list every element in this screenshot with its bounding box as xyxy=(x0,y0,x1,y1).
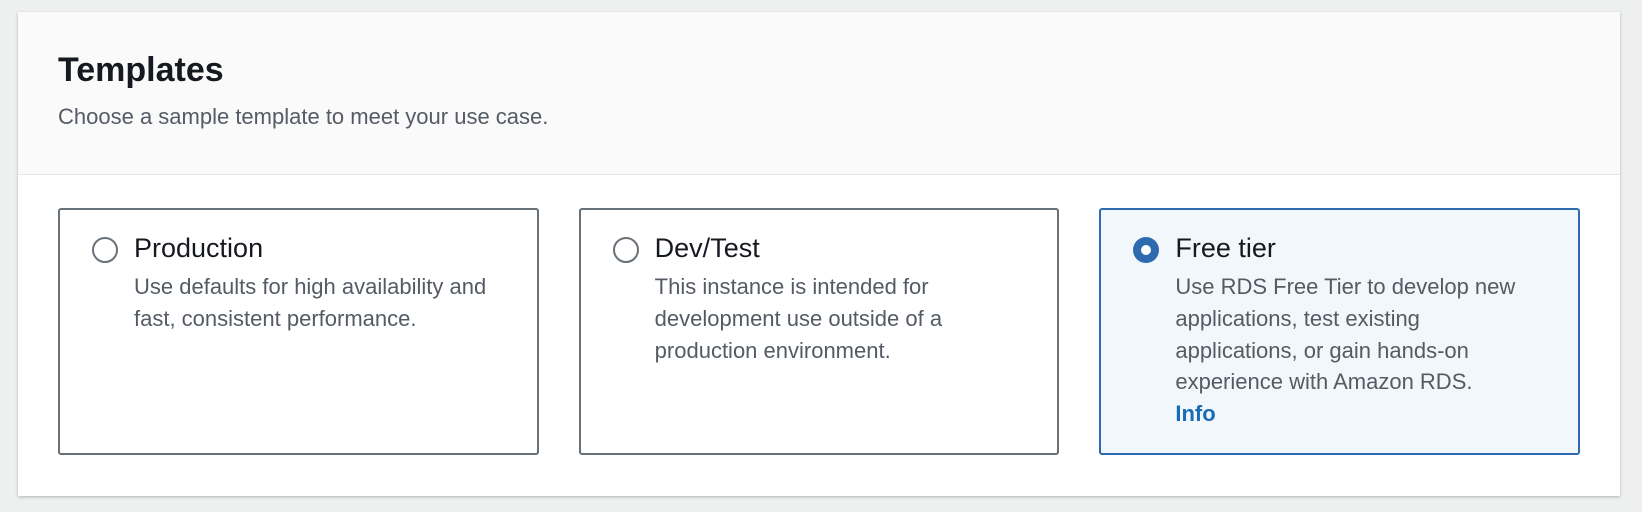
template-option-description: Use defaults for high availability and f… xyxy=(134,273,487,331)
template-option-dev-test[interactable]: Dev/Test This instance is intended for d… xyxy=(578,208,1060,455)
radio-unchecked-icon[interactable] xyxy=(612,237,639,263)
templates-panel: Templates Choose a sample template to me… xyxy=(18,12,1620,496)
radio-checked-icon[interactable] xyxy=(1133,237,1160,263)
template-options: Production Use defaults for high availab… xyxy=(58,208,1581,455)
info-link[interactable]: Info xyxy=(1175,398,1215,430)
template-option-production[interactable]: Production Use defaults for high availab… xyxy=(58,208,539,455)
section-title: Templates xyxy=(58,51,224,89)
template-option-text: Dev/Test This instance is intended for d… xyxy=(655,232,1028,366)
template-option-description: This instance is intended for developmen… xyxy=(654,273,943,363)
radio-unchecked-icon[interactable] xyxy=(92,237,118,263)
template-option-label: Dev/Test xyxy=(654,233,760,263)
template-option-label: Production xyxy=(134,233,264,263)
template-option-text: Free tier Use RDS Free Tier to develop n… xyxy=(1175,232,1548,430)
free-tier-description-text: Use RDS Free Tier to develop new applica… xyxy=(1175,273,1516,395)
template-option-description: Use RDS Free Tier to develop new applica… xyxy=(1175,271,1547,430)
section-description: Choose a sample template to meet your us… xyxy=(58,103,549,129)
template-option-free-tier[interactable]: Free tier Use RDS Free Tier to develop n… xyxy=(1099,208,1581,455)
template-option-text: Production Use defaults for high availab… xyxy=(134,232,507,335)
template-option-label: Free tier xyxy=(1175,233,1276,263)
panel-header: Templates Choose a sample template to me… xyxy=(18,12,1620,175)
